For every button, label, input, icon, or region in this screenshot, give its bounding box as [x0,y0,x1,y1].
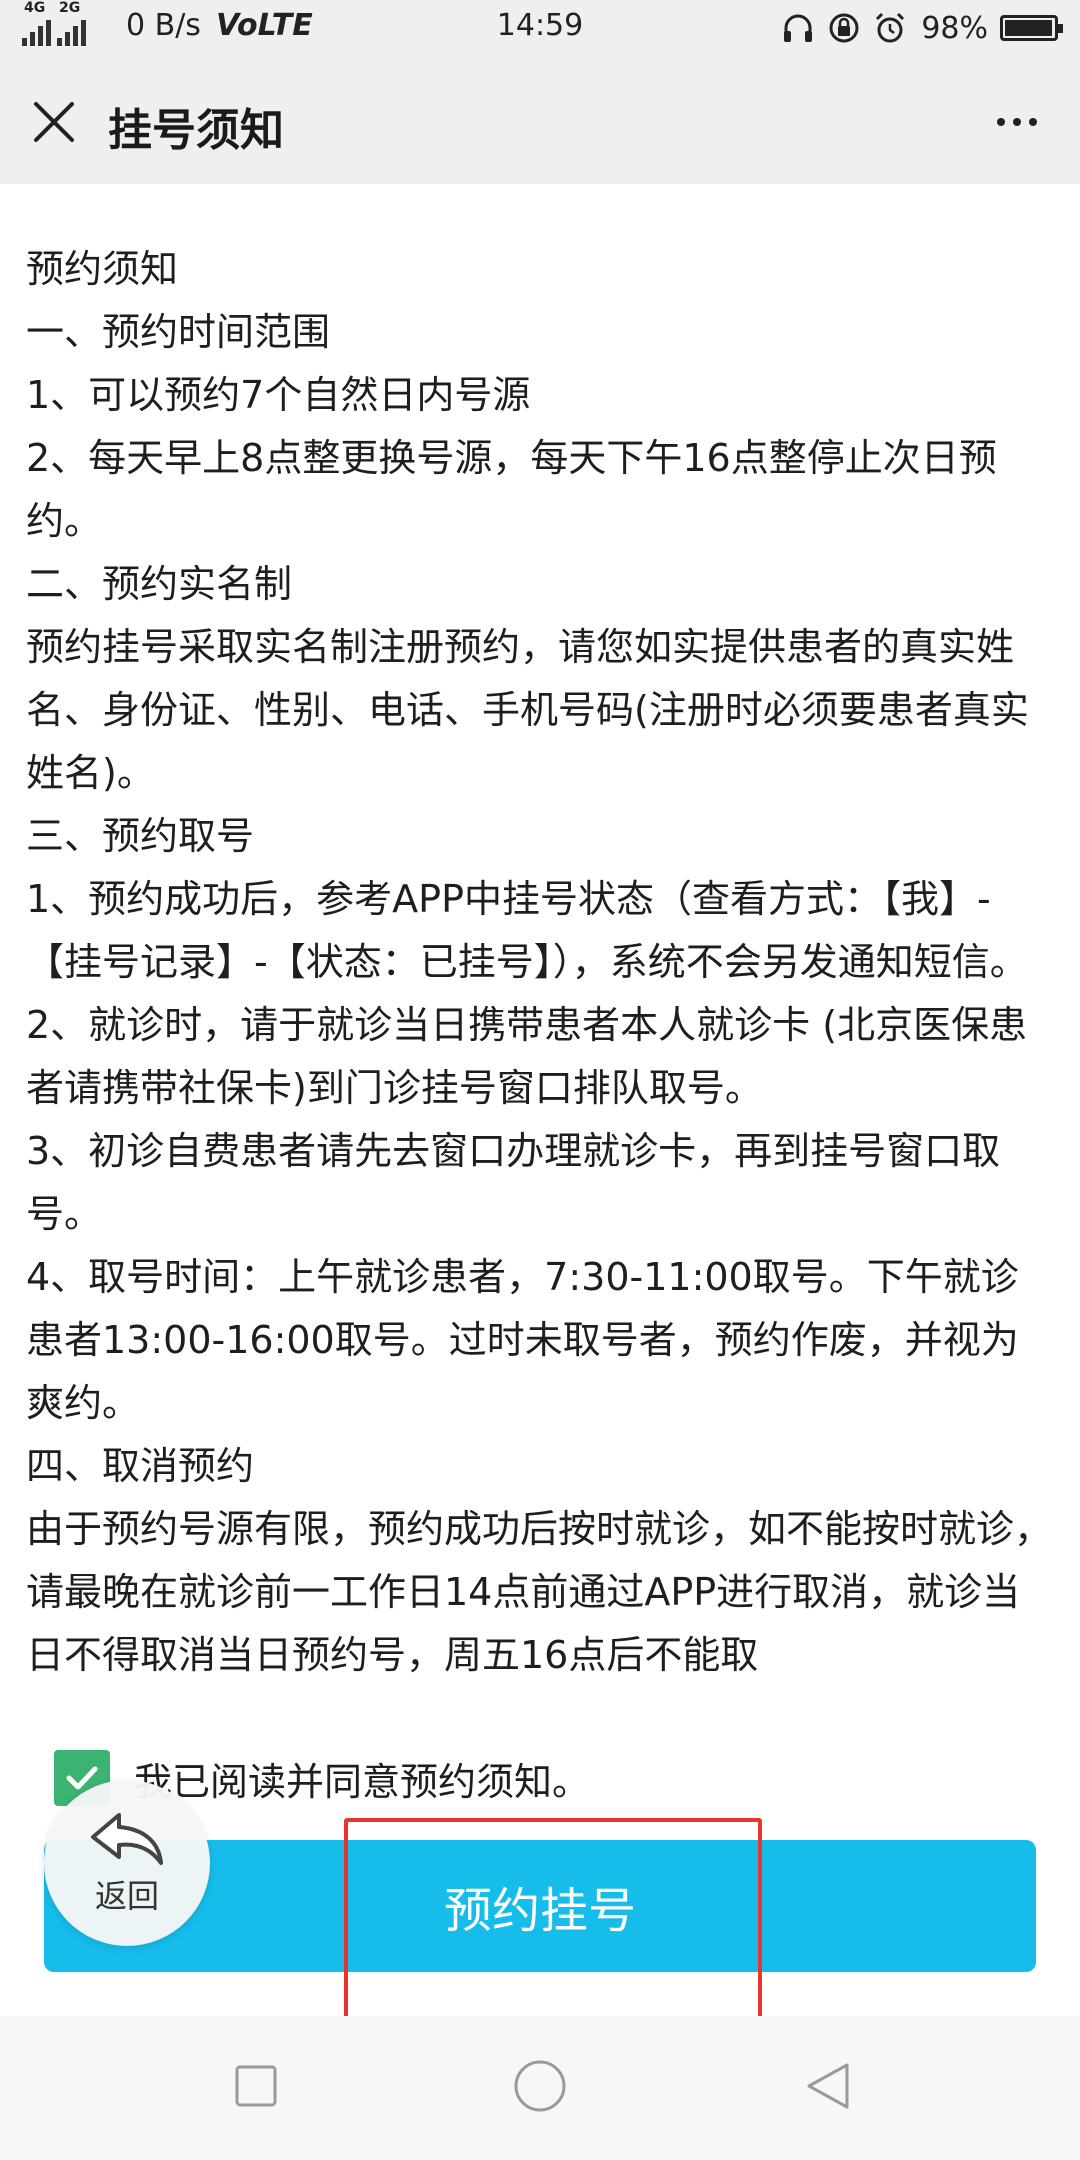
notice-paragraph: 由于预约号源有限，预约成功后按时就诊，如不能按时就诊，请最晚在就诊前一工作日14… [26,1507,1053,1677]
recent-apps-button[interactable] [226,2056,286,2116]
notice-section-title: 三、预约取号 [26,814,255,858]
rotation-lock-icon [829,13,859,43]
notice-paragraph: 1、预约成功后，参考APP中挂号状态（查看方式：【我】-【挂号记录】-【状态：已… [26,877,1028,984]
notice-paragraph: 预约挂号采取实名制注册预约，请您如实提供患者的真实姓名、身份证、性别、电话、手机… [26,625,1029,795]
battery-fill [1005,20,1052,36]
more-icon [997,118,1037,126]
navigation-bar [0,2016,1080,2160]
notice-section-title: 二、预约实名制 [26,562,293,606]
notice-paragraph: 4、取号时间：上午就诊患者，7:30-11:00取号。下午就诊患者13:00-1… [26,1255,1019,1425]
close-button[interactable] [24,92,84,152]
home-icon [514,2060,566,2112]
notice-section-title: 一、预约时间范围 [26,310,331,354]
status-bar: 4G 2G 0 B/s VoLTE 14:59 98% [0,0,1080,56]
floating-back-button[interactable]: 返回 [44,1780,210,1946]
notice-paragraph: 2、每天早上8点整更换号源，每天下午16点整停止次日预约。 [26,436,997,543]
alarm-icon [876,12,905,43]
headphones-icon [784,14,813,42]
return-arrow-icon [91,1813,163,1865]
back-icon [807,2063,849,2109]
agree-label: 我已阅读并同意预约须知。 [134,1759,591,1804]
notice-paragraph: 3、初诊自费患者请先去窗口办理就诊卡，再到挂号窗口取号。 [26,1129,1001,1236]
recent-apps-icon [235,2065,277,2107]
back-button[interactable] [798,2056,858,2116]
page-title: 挂号须知 [108,105,284,156]
more-button[interactable] [982,92,1052,152]
notice-text: 预约须知 一、预约时间范围 1、可以预约7个自然日内号源 2、每天早上8点整更换… [0,184,1080,1687]
notice-paragraph: 1、可以预约7个自然日内号源 [26,373,531,417]
notice-section-title: 四、取消预约 [26,1444,255,1488]
title-bar: 挂号须知 [0,56,1080,184]
app-screen: 4G 2G 0 B/s VoLTE 14:59 98% 挂号须知 预约须知 一、… [0,0,1080,2160]
notice-scroll-area[interactable]: 预约须知 一、预约时间范围 1、可以预约7个自然日内号源 2、每天早上8点整更换… [0,184,1080,1726]
battery-percent: 98% [921,10,988,46]
status-right-icons: 98% [781,6,1063,50]
home-button[interactable] [510,2056,570,2116]
back-label: 返回 [94,1877,159,1915]
battery-icon [1000,15,1063,41]
notice-paragraph: 2、就诊时，请于就诊当日携带患者本人就诊卡 (北京医保患者请携带社保卡)到门诊挂… [26,1003,1028,1110]
close-icon [34,102,74,142]
notice-heading: 预约须知 [26,247,179,291]
